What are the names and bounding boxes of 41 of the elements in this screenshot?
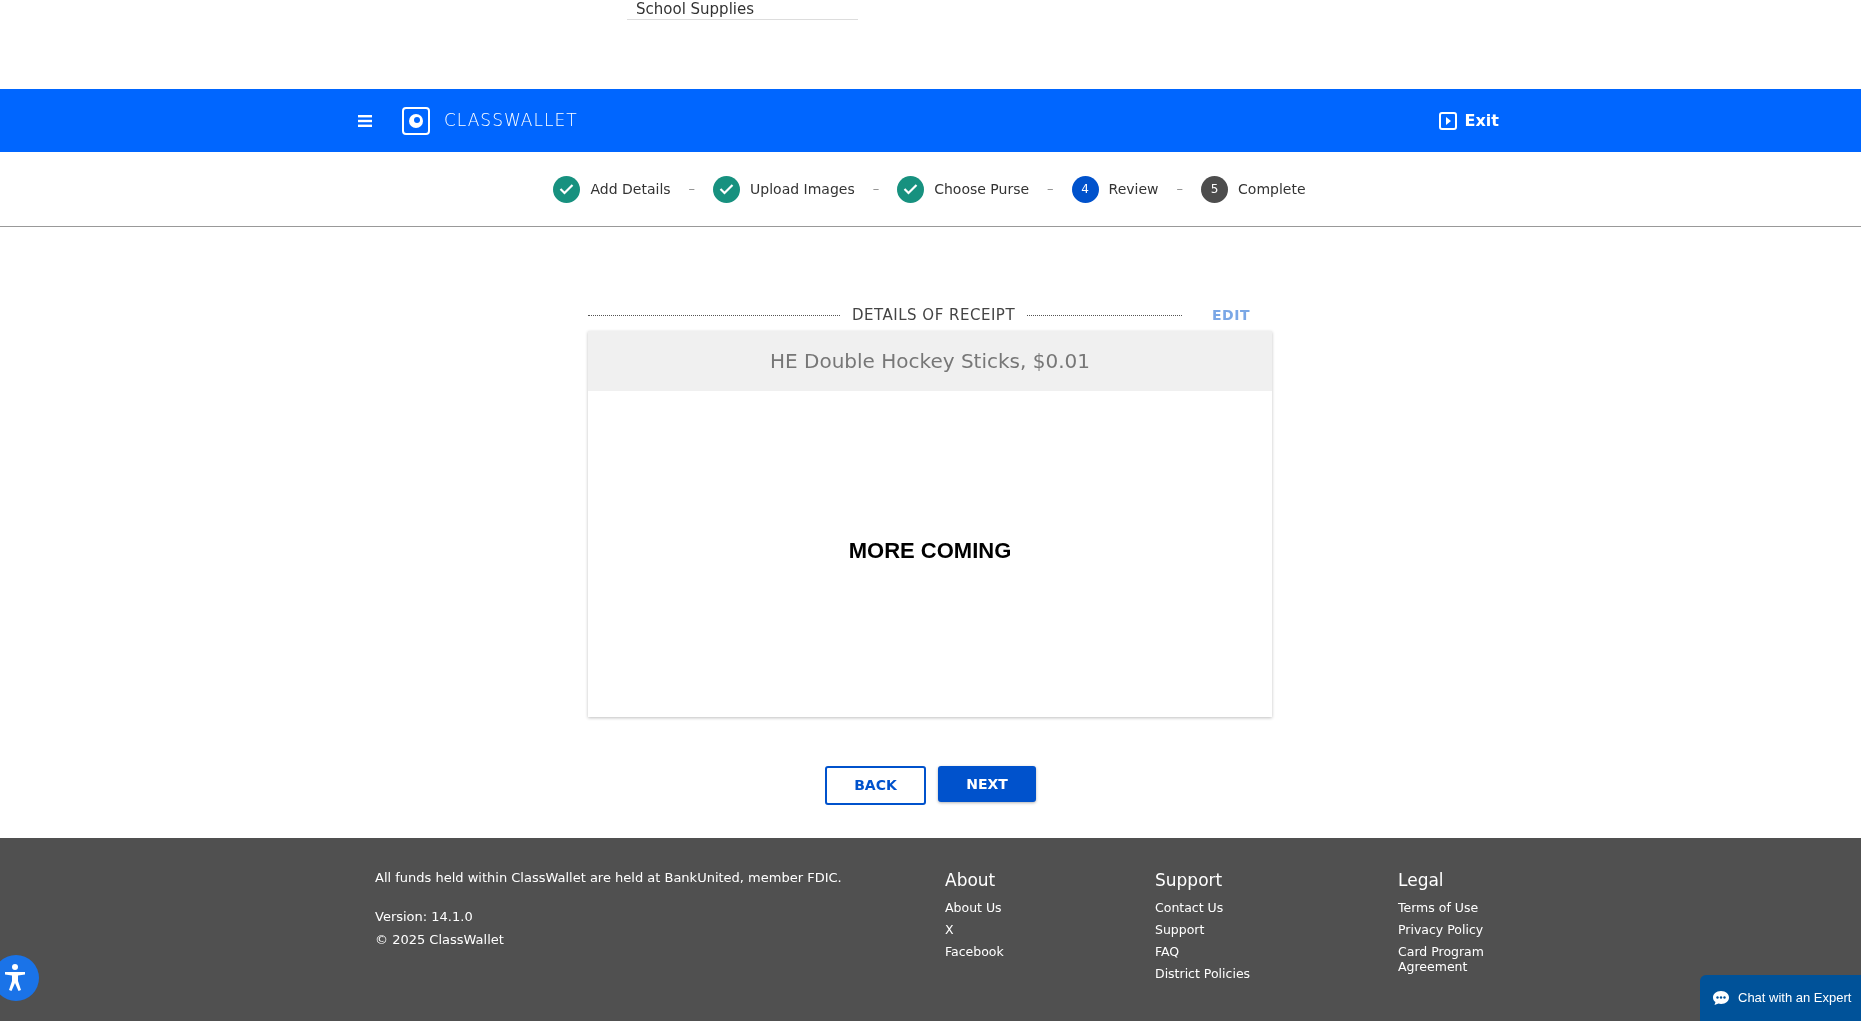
footer-heading: About <box>945 869 997 892</box>
step-separator: – <box>688 180 696 199</box>
accessibility-icon[interactable] <box>0 954 40 1002</box>
footer-link[interactable]: District Policies <box>1155 965 1255 981</box>
footer-link[interactable]: Support <box>1155 921 1255 937</box>
step-separator: – <box>1047 180 1054 199</box>
step-separator: – <box>872 180 880 199</box>
footer-link[interactable]: Privacy Policy <box>1398 921 1498 937</box>
footer-link[interactable]: About Us <box>945 899 1045 915</box>
step-label: Upload Images <box>750 179 855 199</box>
version-text: Version: 14.1.0 <box>375 907 474 926</box>
footer-link[interactable]: X <box>945 921 1045 937</box>
exit-icon <box>1438 111 1457 130</box>
fdic-notice: All funds held within ClassWallet are held at BankUnited, member FDIC. <box>375 869 842 887</box>
footer-heading: Support <box>1155 869 1224 892</box>
step-label: Add Details <box>590 179 671 199</box>
menu-icon[interactable] <box>358 114 372 127</box>
footer-heading: Legal <box>1398 869 1445 892</box>
step-label: Review <box>1108 179 1159 199</box>
step-label: Complete <box>1238 179 1306 199</box>
chat-icon <box>1712 990 1730 1006</box>
footer-link[interactable]: Contact Us <box>1155 899 1255 915</box>
logo-icon <box>402 106 430 135</box>
exit-button[interactable]: Exit <box>1438 108 1499 133</box>
step-label: Choose Purse <box>934 179 1030 199</box>
step-separator: – <box>1176 180 1184 199</box>
back-button[interactable]: BACK <box>825 766 926 805</box>
copyright-text: © 2025 ClassWallet <box>375 931 505 949</box>
section-title: DETAILS OF RECEIPT <box>851 304 1017 326</box>
receipt-body-text: MORE COMING <box>848 536 1012 565</box>
chat-button[interactable]: Chat with an Expert <box>1700 975 1861 1021</box>
next-button[interactable]: NEXT <box>938 766 1036 802</box>
step-number: 4 <box>1071 175 1099 203</box>
footer-link[interactable]: Terms of Use <box>1398 899 1498 915</box>
footer-link[interactable]: FAQ <box>1155 943 1255 959</box>
input-field[interactable]: School Supplies <box>627 0 858 20</box>
footer-link[interactable]: Card Program Agreement <box>1398 943 1498 974</box>
brand-name: CLASSWALLET <box>444 108 578 132</box>
footer-link[interactable]: Facebook <box>945 943 1045 959</box>
step-number: 5 <box>1201 175 1229 203</box>
receipt-item-title: HE Double Hockey Sticks, $0.01 <box>588 331 1272 391</box>
